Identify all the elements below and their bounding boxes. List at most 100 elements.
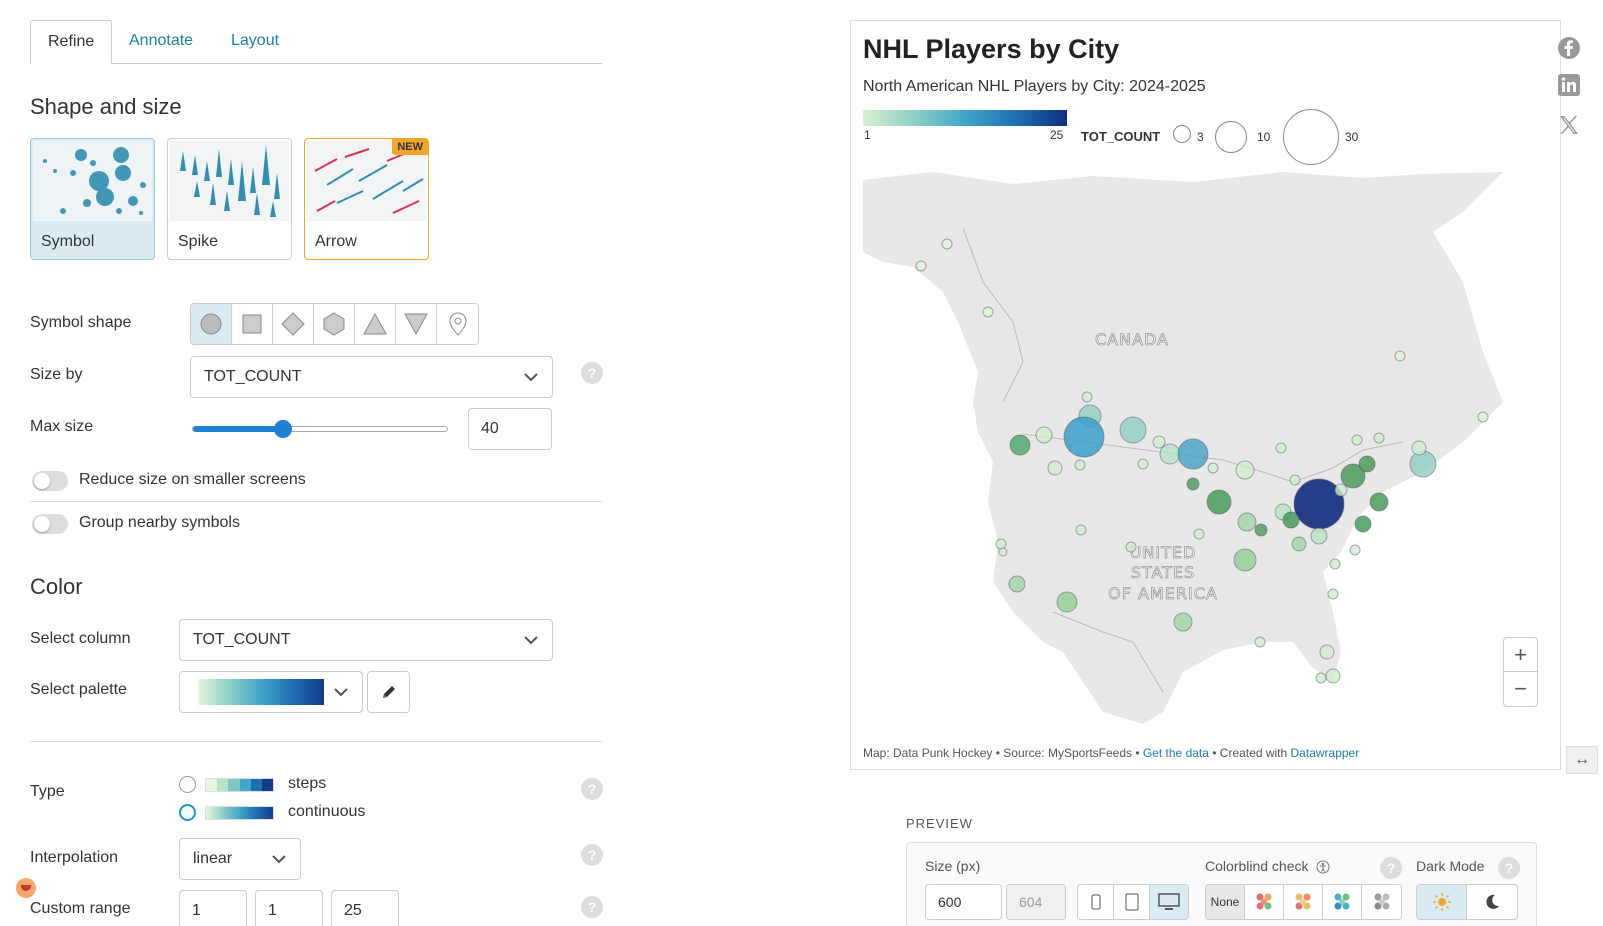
select-column-dropdown[interactable]: TOT_COUNT xyxy=(179,619,553,661)
dots-icon xyxy=(1256,893,1272,910)
colorblind-none-button[interactable]: None xyxy=(1206,885,1245,919)
max-size-input[interactable]: 40 xyxy=(468,408,552,450)
chevron-down-icon xyxy=(524,636,538,645)
dark-mode-button[interactable] xyxy=(1467,885,1517,919)
custom-range-value: 1 xyxy=(268,902,277,919)
max-size-slider-track[interactable] xyxy=(192,420,448,438)
preview-height-input: 604 xyxy=(1006,884,1066,920)
symbol-shape-label: Symbol shape xyxy=(30,314,132,331)
desktop-device-button[interactable] xyxy=(1150,885,1188,919)
map-label-canada: CANADA xyxy=(1095,330,1169,349)
circle-icon xyxy=(200,313,222,335)
assistant-icon[interactable] xyxy=(16,878,36,898)
shape-card-label: Arrow xyxy=(315,233,357,250)
select-palette-dropdown[interactable] xyxy=(179,671,363,713)
colorblind-deuteranopia-button[interactable] xyxy=(1245,885,1284,919)
help-icon[interactable]: ? xyxy=(1380,857,1402,879)
shape-card-spike[interactable]: Spike xyxy=(167,138,292,260)
size-by-value: TOT_COUNT xyxy=(204,368,302,385)
type-steps-radio[interactable] xyxy=(179,776,196,793)
new-badge: NEW xyxy=(392,139,428,155)
interpolation-select[interactable]: linear xyxy=(179,838,301,880)
map-label-usa: STATES xyxy=(1131,563,1195,582)
chevron-down-icon xyxy=(272,855,286,864)
preview-width-value: 600 xyxy=(938,894,962,910)
help-icon[interactable]: ? xyxy=(581,844,603,866)
mobile-device-button[interactable] xyxy=(1078,885,1114,919)
dark-mode-label: Dark Mode xyxy=(1416,858,1485,874)
triangle-up-shape-button[interactable] xyxy=(355,304,396,344)
datawrapper-link[interactable]: Datawrapper xyxy=(1291,746,1360,760)
tablet-device-button[interactable] xyxy=(1114,885,1150,919)
map[interactable]: CANADA UNITED STATES OF AMERICA xyxy=(863,172,1513,724)
zoom-out-button[interactable]: − xyxy=(1504,672,1537,706)
size-legend-label: TOT_COUNT xyxy=(1081,129,1161,144)
help-icon[interactable]: ? xyxy=(581,362,603,384)
max-size-value: 40 xyxy=(481,420,499,437)
reduce-size-toggle[interactable] xyxy=(32,471,68,491)
dots-icon xyxy=(1374,893,1389,910)
tablet-icon xyxy=(1125,893,1138,911)
accessibility-icon xyxy=(1316,860,1330,874)
x-twitter-icon[interactable] xyxy=(1558,114,1580,136)
hexagon-icon xyxy=(323,312,345,336)
sun-icon xyxy=(1432,893,1451,911)
diamond-shape-button[interactable] xyxy=(273,304,314,344)
select-palette-label: Select palette xyxy=(30,681,127,698)
help-icon[interactable]: ? xyxy=(1498,857,1520,879)
tab-refine[interactable]: Refine xyxy=(30,20,113,64)
custom-range-input-3[interactable]: 25 xyxy=(331,890,399,926)
max-size-slider-handle[interactable] xyxy=(273,420,292,438)
moon-icon xyxy=(1486,894,1499,909)
tab-layout[interactable]: Layout xyxy=(214,20,296,64)
colorblind-protanopia-button[interactable] xyxy=(1284,885,1323,919)
colorblind-grayscale-button[interactable] xyxy=(1362,885,1401,919)
shape-card-arrow[interactable]: NEW Arrow xyxy=(304,138,429,260)
footer-map-credit: Map: Data Punk Hockey xyxy=(863,746,993,760)
color-legend-min: 1 xyxy=(864,128,871,142)
reduce-size-label: Reduce size on smaller screens xyxy=(79,471,306,488)
resize-handle-icon[interactable]: ↔ xyxy=(1566,746,1598,774)
zoom-in-button[interactable]: + xyxy=(1504,638,1537,672)
palette-swatch xyxy=(198,679,324,705)
size-px-label: Size (px) xyxy=(925,858,981,874)
chevron-down-icon xyxy=(334,688,348,697)
shape-size-heading: Shape and size xyxy=(30,94,182,119)
shape-card-symbol[interactable]: Symbol xyxy=(30,138,155,260)
facebook-icon[interactable] xyxy=(1557,36,1581,60)
size-by-select[interactable]: TOT_COUNT xyxy=(190,356,553,398)
marker-shape-button[interactable] xyxy=(437,304,478,344)
colorblind-check-label: Colorblind check xyxy=(1205,858,1309,874)
custom-range-input-2[interactable]: 1 xyxy=(255,890,323,926)
pencil-icon xyxy=(382,686,395,698)
diamond-icon xyxy=(281,312,305,336)
help-icon[interactable]: ? xyxy=(581,896,603,918)
group-symbols-toggle[interactable] xyxy=(32,514,68,534)
footer-created: Created with xyxy=(1219,746,1288,760)
type-continuous-radio[interactable] xyxy=(179,804,196,821)
size-legend-value: 10 xyxy=(1257,130,1271,144)
chart-footer: Map: Data Punk Hockey • Source: MySports… xyxy=(863,746,1360,760)
type-label: Type xyxy=(30,783,65,800)
colorblind-tritanopia-button[interactable] xyxy=(1323,885,1362,919)
square-icon xyxy=(242,314,262,334)
edit-palette-button[interactable] xyxy=(367,671,410,713)
size-legend-circle-small xyxy=(1173,125,1191,143)
tab-annotate[interactable]: Annotate xyxy=(112,20,210,64)
continuous-swatch xyxy=(205,806,274,820)
size-legend-value: 30 xyxy=(1345,130,1359,144)
help-icon[interactable]: ? xyxy=(581,778,603,800)
hexagon-shape-button[interactable] xyxy=(314,304,355,344)
linkedin-icon[interactable] xyxy=(1558,74,1580,96)
custom-range-input-1[interactable]: 1 xyxy=(179,890,247,926)
triangle-down-shape-button[interactable] xyxy=(396,304,437,344)
square-shape-button[interactable] xyxy=(232,304,273,344)
preview-width-input[interactable]: 600 xyxy=(925,884,1002,920)
type-continuous-label: continuous xyxy=(288,803,366,820)
footer-source: Source: MySportsFeeds xyxy=(1003,746,1132,760)
dots-icon xyxy=(1334,893,1350,910)
circle-shape-button[interactable] xyxy=(191,304,232,344)
shape-card-label: Spike xyxy=(178,233,219,250)
light-mode-button[interactable] xyxy=(1417,885,1467,919)
get-data-link[interactable]: Get the data xyxy=(1143,746,1209,760)
